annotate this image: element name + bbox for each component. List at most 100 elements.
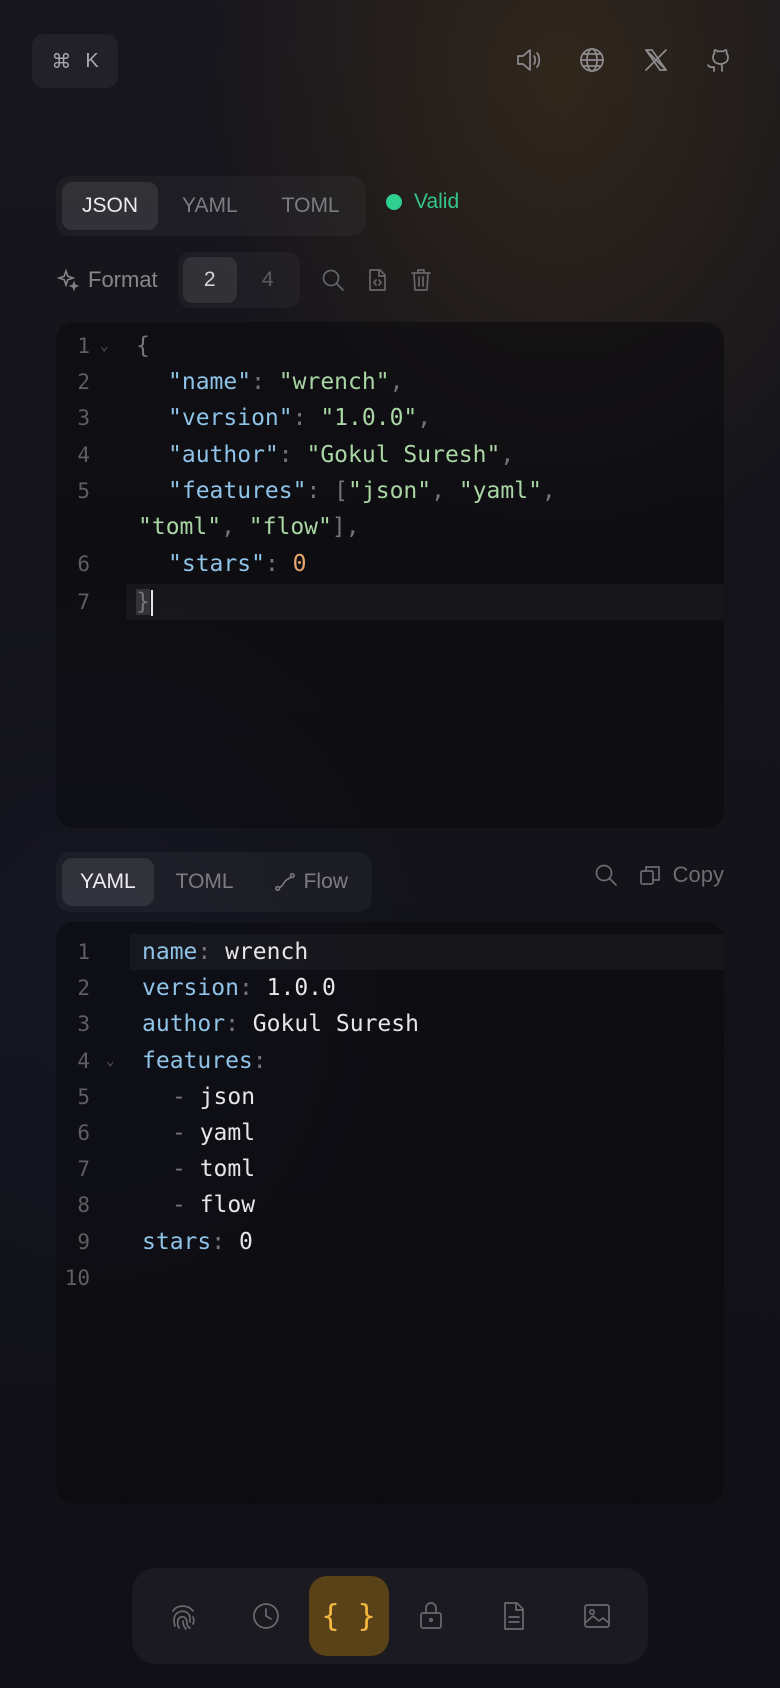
sparkle-icon: [56, 268, 80, 292]
line-number: 4: [77, 443, 90, 467]
code-token: "toml": [138, 514, 222, 540]
code-line: 3 "version": "1.0.0",: [56, 400, 724, 436]
status-dot-icon: [386, 194, 402, 210]
code-token: "1.0.0": [320, 405, 418, 431]
output-format-tabs: YAML TOML Flow: [56, 852, 372, 912]
tab-output-flow[interactable]: Flow: [256, 858, 366, 906]
code-line: 5 "features": ["json", "yaml",: [56, 473, 724, 509]
tab-output-toml[interactable]: TOML: [158, 858, 252, 906]
nav-json-tools[interactable]: { }: [308, 1576, 389, 1656]
line-number: 2: [77, 976, 90, 1000]
command-key-symbol: ⌘: [51, 50, 72, 73]
nav-fingerprint[interactable]: [143, 1576, 223, 1656]
tab-output-flow-label: Flow: [303, 870, 348, 893]
code-token: json: [199, 1084, 256, 1110]
code-token: "Gokul Suresh": [306, 442, 501, 468]
text-cursor: [151, 590, 153, 616]
history-icon: [253, 1603, 279, 1629]
code-line: 2 "name": "wrench",: [56, 364, 724, 400]
braces-icon: { }: [321, 1598, 376, 1634]
copy-button[interactable]: Copy: [637, 862, 724, 888]
code-line: 3 author: Gokul Suresh: [56, 1006, 724, 1042]
code-line-wrap: "toml", "flow"],: [138, 514, 360, 540]
globe-icon[interactable]: [574, 42, 610, 78]
indent-option-4[interactable]: 4: [241, 257, 295, 303]
line-number: 2: [77, 370, 90, 394]
command-palette-button[interactable]: ⌘ K: [32, 34, 118, 88]
line-number: 5: [77, 479, 90, 503]
indent-selector: 2 4: [178, 252, 300, 308]
code-line: 7 - toml: [56, 1151, 724, 1187]
github-icon[interactable]: [700, 42, 736, 78]
code-token: Gokul Suresh: [252, 1011, 419, 1037]
output-search-icon[interactable]: [593, 862, 619, 888]
line-number: 5: [77, 1085, 90, 1109]
code-token: flow: [199, 1192, 256, 1218]
input-editor[interactable]: 1 ⌄ { 2 "name": "wrench", 3 "version": "…: [56, 322, 724, 828]
code-token: 0: [292, 551, 307, 577]
code-line: 2 version: 1.0.0: [56, 970, 724, 1006]
code-line: 1 ⌄ {: [56, 328, 724, 364]
copy-icon: [639, 866, 660, 885]
code-line: 9 stars: 0: [56, 1224, 724, 1260]
tab-input-toml[interactable]: TOML: [262, 182, 360, 230]
code-line: 5 - json: [56, 1079, 724, 1115]
search-icon[interactable]: [318, 265, 348, 295]
code-token: "wrench": [278, 369, 390, 395]
code-token: toml: [199, 1156, 256, 1182]
output-editor[interactable]: 1 name: wrench 2 version: 1.0.0 3 author…: [56, 922, 724, 1504]
fold-chevron-icon[interactable]: ⌄: [100, 338, 108, 354]
code-token: yaml: [199, 1120, 256, 1146]
line-number: 8: [77, 1193, 90, 1217]
code-token: "name": [168, 369, 252, 395]
code-token: "flow": [248, 514, 332, 540]
copy-label: Copy: [672, 862, 724, 887]
code-token: features: [142, 1048, 253, 1074]
code-token: "version": [168, 405, 293, 431]
code-token: "json": [348, 478, 432, 504]
tab-input-yaml[interactable]: YAML: [162, 182, 258, 230]
code-token: author: [142, 1011, 226, 1037]
validation-status: Valid: [386, 190, 459, 214]
code-line: 6 "stars": 0: [56, 546, 724, 582]
x-logo-icon[interactable]: [638, 42, 674, 78]
code-token: "yaml": [458, 478, 542, 504]
code-token: stars: [142, 1229, 212, 1255]
fold-chevron-icon[interactable]: ⌄: [106, 1053, 114, 1069]
image-icon: [583, 1604, 610, 1628]
line-number: 1: [77, 940, 90, 964]
line-number: 1: [77, 334, 90, 358]
line-number: 9: [77, 1230, 90, 1254]
code-line: 8 - flow: [56, 1187, 724, 1223]
line-number: 3: [77, 1012, 90, 1036]
nav-history[interactable]: [226, 1576, 306, 1656]
speaker-icon[interactable]: [510, 42, 546, 78]
format-button[interactable]: Format: [56, 267, 158, 293]
line-number: 6: [77, 552, 90, 576]
indent-option-2[interactable]: 2: [182, 257, 237, 303]
code-line: 10: [56, 1260, 724, 1296]
nav-image[interactable]: [557, 1576, 637, 1656]
tab-input-json[interactable]: JSON: [62, 182, 159, 230]
code-token: 1.0.0: [266, 975, 336, 1001]
tab-output-yaml[interactable]: YAML: [62, 858, 154, 906]
code-token: name: [142, 939, 198, 965]
validation-status-label: Valid: [414, 190, 460, 213]
code-token: {: [136, 333, 150, 359]
code-file-icon[interactable]: [362, 265, 392, 295]
nav-document[interactable]: [474, 1576, 554, 1656]
document-icon: [504, 1602, 524, 1630]
nav-lock[interactable]: [391, 1576, 471, 1656]
code-token: "features": [168, 478, 307, 504]
line-number: 10: [64, 1266, 90, 1290]
code-token: 0: [238, 1229, 253, 1255]
code-token: "stars": [168, 551, 265, 577]
output-toolbar: Copy: [593, 862, 724, 888]
input-format-tabs: JSON YAML TOML: [56, 176, 366, 236]
trash-icon[interactable]: [406, 265, 436, 295]
code-line: 4 "author": "Gokul Suresh",: [56, 437, 724, 473]
command-key-letter: K: [85, 49, 99, 72]
code-token: }: [136, 589, 150, 615]
line-number: 7: [77, 590, 90, 614]
lock-icon: [420, 1602, 443, 1629]
